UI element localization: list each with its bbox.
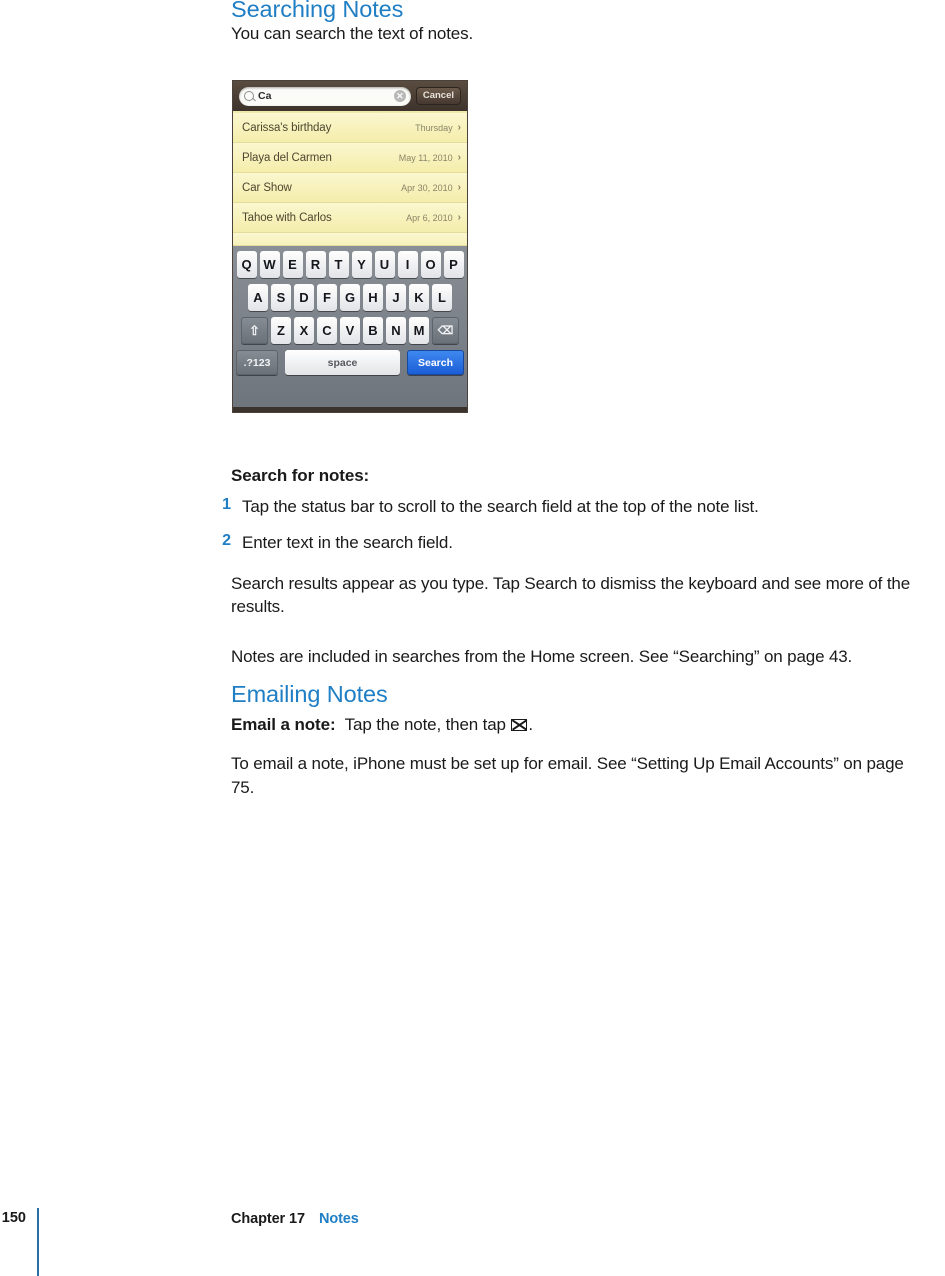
key-n[interactable]: N <box>386 317 406 344</box>
list-item[interactable]: Playa del Carmen May 11, 2010 › <box>233 143 467 173</box>
step-2: 2 Enter text in the search field. <box>208 531 938 554</box>
email-task-instruction: Tap the note, then tap <box>344 714 506 734</box>
searching-notes-section: Searching Notes You can search the text … <box>231 0 931 45</box>
key-i[interactable]: I <box>397 251 418 278</box>
search-input[interactable]: Ca ✕ <box>239 86 411 106</box>
search-task-lead-in: Search for notes: <box>231 466 370 485</box>
email-task-lead-in: Email a note: <box>231 714 336 734</box>
key-b[interactable]: B <box>363 317 383 344</box>
key-c[interactable]: C <box>317 317 337 344</box>
list-item-partial <box>233 233 467 246</box>
page-title-searching-notes: Searching Notes <box>231 0 404 22</box>
key-x[interactable]: X <box>294 317 314 344</box>
key-a[interactable]: A <box>248 284 268 311</box>
key-f[interactable]: F <box>317 284 337 311</box>
keyboard-row-3: ⇧ Z X C V B N M ⌫ <box>236 317 464 344</box>
search-results-note: Search results appear as you type. Tap S… <box>231 573 911 617</box>
email-task-instruction-end: . <box>528 714 533 734</box>
key-h[interactable]: H <box>363 284 383 311</box>
step-1: 1 Tap the status bar to scroll to the se… <box>208 495 938 518</box>
step-number: 2 <box>222 532 231 550</box>
search-input-value: Ca <box>258 89 272 102</box>
note-title: Playa del Carmen <box>242 151 332 164</box>
key-t[interactable]: T <box>328 251 349 278</box>
footer-chapter-label: Chapter 17 <box>231 1211 305 1227</box>
footer-section-label: Notes <box>318 1211 359 1227</box>
key-r[interactable]: R <box>305 251 326 278</box>
chevron-right-icon: › <box>457 151 461 163</box>
note-title: Carissa's birthday <box>242 121 332 134</box>
step-text: Enter text in the search field. <box>242 533 453 553</box>
note-title: Tahoe with Carlos <box>242 211 332 224</box>
key-y[interactable]: Y <box>351 251 372 278</box>
key-z[interactable]: Z <box>271 317 291 344</box>
key-s[interactable]: S <box>271 284 291 311</box>
onscreen-keyboard: Q W E R T Y U I O P A S D F G H J K L ⇧ … <box>233 246 467 407</box>
key-g[interactable]: G <box>340 284 360 311</box>
home-screen-search-note: Notes are included in searches from the … <box>231 646 853 666</box>
clear-icon[interactable]: ✕ <box>393 90 406 102</box>
note-date: May 11, 2010 <box>398 152 453 163</box>
search-for-notes-task: Search for notes: 1 Tap the status bar t… <box>208 466 938 668</box>
footer-divider <box>37 1208 39 1276</box>
manual-page: Searching Notes You can search the text … <box>0 0 945 1276</box>
phone-search-bar: Ca ✕ Cancel <box>233 81 467 111</box>
search-key[interactable]: Search <box>407 350 464 375</box>
keyboard-row-4: .?123 space Search <box>236 350 464 375</box>
search-icon <box>244 91 254 101</box>
envelope-icon <box>511 718 528 731</box>
list-item[interactable]: Carissa's birthday Thursday › <box>233 113 467 143</box>
key-v[interactable]: V <box>340 317 360 344</box>
cancel-button[interactable]: Cancel <box>415 87 461 105</box>
note-results-list: Carissa's birthday Thursday › Playa del … <box>233 111 467 246</box>
key-j[interactable]: J <box>386 284 406 311</box>
key-d[interactable]: D <box>294 284 314 311</box>
numeric-keyboard-button[interactable]: .?123 <box>236 350 278 375</box>
keyboard-row-2: A S D F G H J K L <box>236 284 464 311</box>
key-o[interactable]: O <box>420 251 441 278</box>
note-date: Apr 6, 2010 <box>406 212 453 223</box>
shift-icon[interactable]: ⇧ <box>241 317 268 344</box>
searching-notes-intro: You can search the text of notes. <box>231 23 474 43</box>
space-key[interactable]: space <box>285 350 400 375</box>
note-date: Thursday <box>415 122 453 133</box>
step-number: 1 <box>222 496 231 513</box>
key-k[interactable]: K <box>409 284 429 311</box>
chevron-right-icon: › <box>457 181 461 193</box>
email-a-note-line: Email a note: Tap the note, then tap . <box>231 713 931 736</box>
emailing-notes-section: Emailing Notes Email a note: Tap the not… <box>231 681 931 799</box>
key-m[interactable]: M <box>409 317 429 344</box>
key-l[interactable]: L <box>432 284 452 311</box>
list-item[interactable]: Car Show Apr 30, 2010 › <box>233 173 467 203</box>
chevron-right-icon: › <box>457 211 461 223</box>
key-p[interactable]: P <box>443 251 464 278</box>
key-e[interactable]: E <box>282 251 303 278</box>
key-w[interactable]: W <box>259 251 280 278</box>
breadcrumb: Chapter 17 Notes <box>231 1211 359 1227</box>
note-date: Apr 30, 2010 <box>401 182 453 193</box>
iphone-notes-search-screenshot: Ca ✕ Cancel Carissa's birthday Thursday … <box>232 80 468 413</box>
step-text: Tap the status bar to scroll to the sear… <box>242 497 759 516</box>
keyboard-row-1: Q W E R T Y U I O P <box>236 251 464 278</box>
key-u[interactable]: U <box>374 251 395 278</box>
key-q[interactable]: Q <box>236 251 257 278</box>
delete-icon[interactable]: ⌫ <box>432 317 459 344</box>
note-title: Car Show <box>242 181 292 194</box>
email-setup-note: To email a note, iPhone must be set up f… <box>231 754 904 797</box>
page-title-emailing-notes: Emailing Notes <box>231 681 388 707</box>
chevron-right-icon: › <box>457 121 461 133</box>
list-item[interactable]: Tahoe with Carlos Apr 6, 2010 › <box>233 203 467 233</box>
page-number: 150 <box>1 1210 26 1226</box>
